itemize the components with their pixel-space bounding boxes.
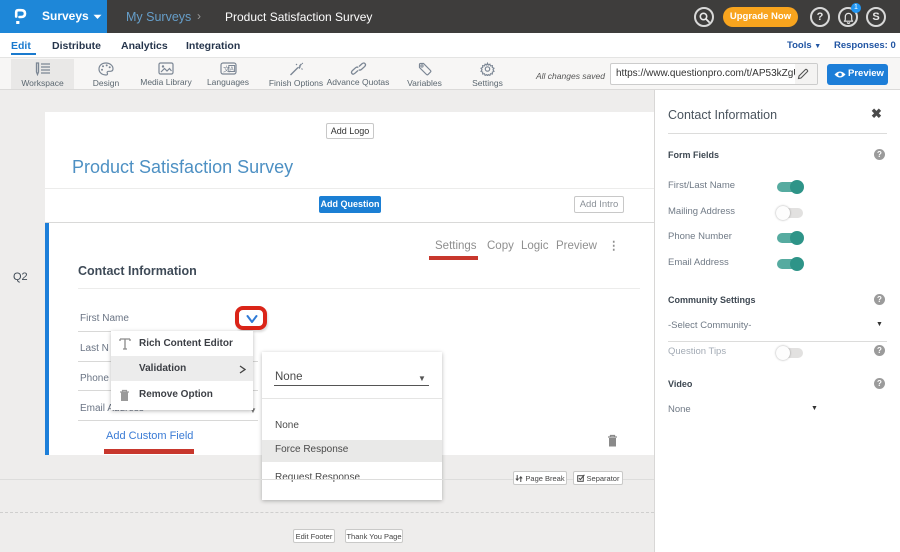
svg-text:A: A <box>230 67 234 73</box>
